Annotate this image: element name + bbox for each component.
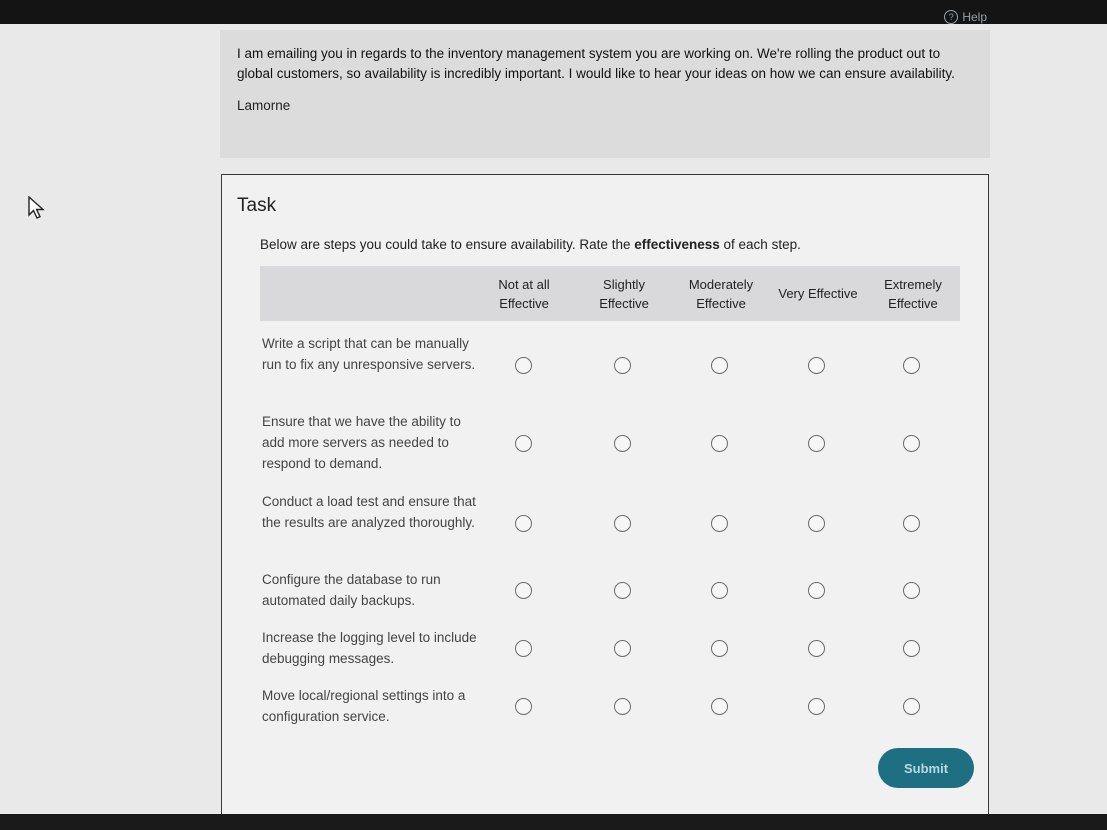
rating-radio[interactable] — [614, 640, 631, 657]
rating-radio[interactable] — [711, 582, 728, 599]
instruction-prefix: Below are steps you could take to ensure… — [260, 237, 635, 252]
rating-radio[interactable] — [711, 640, 728, 657]
column-header: Moderately Effective — [688, 276, 754, 311]
rating-radio[interactable] — [903, 356, 920, 374]
rating-radio[interactable] — [614, 514, 631, 532]
instruction-suffix: of each step. — [719, 237, 801, 252]
rating-radio[interactable] — [808, 582, 825, 599]
rating-radio[interactable] — [515, 582, 532, 599]
rating-row-label: Ensure that we have the ability to add m… — [262, 414, 461, 471]
column-header: Extremely Effective — [884, 276, 942, 311]
rating-radio[interactable] — [903, 434, 920, 452]
rating-scale-header: Not at all Effective Slightly Effective Mo… — [260, 266, 960, 321]
rating-radio[interactable] — [711, 698, 728, 715]
rating-radio[interactable] — [711, 356, 728, 374]
rating-radio[interactable] — [808, 698, 825, 715]
rating-radio[interactable] — [515, 640, 532, 657]
rating-radio[interactable] — [808, 356, 825, 374]
instruction-emphasis: effectiveness — [634, 237, 720, 252]
rating-row-label: Move local/regional settings into a conf… — [262, 688, 466, 724]
rating-row-label: Conduct a load test and ensure that the … — [262, 494, 476, 530]
rating-radio[interactable] — [808, 434, 825, 452]
rating-radio[interactable] — [903, 640, 920, 657]
rating-row: Ensure that we have the ability to add m… — [260, 411, 960, 479]
submit-button[interactable]: Submit — [878, 748, 974, 788]
email-card: I am emailing you in regards to the inve… — [220, 30, 990, 158]
rating-radio[interactable] — [614, 356, 631, 374]
rating-radio[interactable] — [711, 514, 728, 532]
rating-radio[interactable] — [903, 698, 920, 715]
rating-radio[interactable] — [711, 434, 728, 452]
rating-radio[interactable] — [903, 514, 920, 532]
task-instruction: Below are steps you could take to ensure… — [260, 237, 801, 252]
task-title: Task — [237, 195, 277, 216]
rating-radio[interactable] — [614, 698, 631, 715]
rating-row: Conduct a load test and ensure that the … — [260, 491, 960, 559]
rating-radio[interactable] — [515, 356, 532, 374]
rating-radio[interactable] — [515, 698, 532, 715]
rating-row-label: Write a script that can be manually run … — [262, 336, 476, 372]
task-card: Task Below are steps you could take to e… — [221, 174, 989, 814]
email-signature: Lamorne — [237, 98, 291, 113]
rating-radio[interactable] — [515, 514, 532, 532]
rating-row: Write a script that can be manually run … — [260, 333, 960, 401]
column-header: Very Effective — [778, 286, 858, 301]
bottom-edge — [0, 814, 1107, 830]
rating-radio[interactable] — [614, 582, 631, 599]
column-header: Not at all Effective — [498, 276, 550, 311]
rating-radio[interactable] — [808, 514, 825, 532]
mouse-pointer-icon — [28, 196, 45, 219]
rating-row: Move local/regional settings into a conf… — [260, 685, 960, 753]
column-header: Slightly Effective — [599, 276, 649, 311]
email-body: I am emailing you in regards to the inve… — [237, 46, 955, 81]
rating-radio[interactable] — [903, 582, 920, 599]
question-circle-icon: ? — [944, 10, 959, 24]
rating-radio[interactable] — [808, 640, 825, 657]
rating-radio[interactable] — [515, 434, 532, 452]
help-label: Help — [962, 10, 987, 24]
top-bar: ? Help — [0, 0, 1107, 24]
rating-row-label: Increase the logging level to include de… — [262, 630, 477, 666]
rating-radio[interactable] — [614, 434, 631, 452]
rating-row-label: Configure the database to run automated … — [262, 572, 441, 608]
help-link[interactable]: ? Help — [944, 10, 987, 24]
